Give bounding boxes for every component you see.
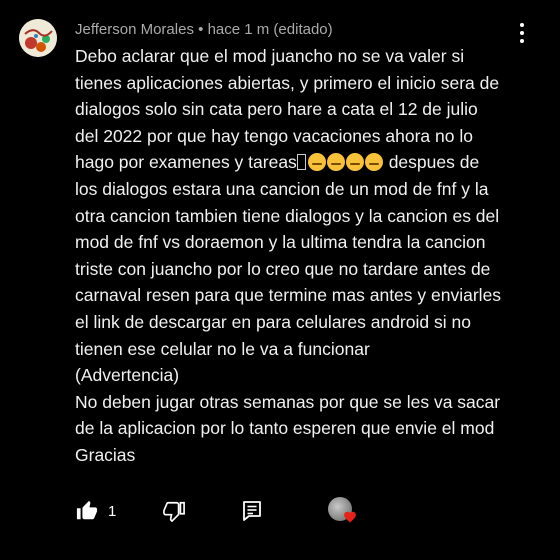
comment-line: carnaval resen para que termine mas ante…: [75, 285, 502, 306]
avatar-image: [19, 19, 57, 57]
dislike-button[interactable]: [163, 496, 185, 526]
unknown-glyph-icon: [296, 154, 306, 171]
angry-emoji-icon: [364, 153, 383, 172]
reply-comment-icon: [243, 501, 261, 521]
comment-line: Gracias: [75, 444, 136, 465]
author-name[interactable]: Jefferson Morales: [75, 21, 194, 38]
comment-line: hago por examenes y tareas despues de: [75, 149, 545, 176]
reply-button[interactable]: [242, 496, 262, 526]
thumb-down-icon: [163, 501, 185, 522]
comment-line: tienen ese celular no le va a funcionar: [75, 338, 370, 359]
unamused-emoji-icon: [345, 153, 364, 172]
comment-line: del 2022 por que hay tengo vacaciones ah…: [75, 125, 473, 146]
comment-meta: Jefferson Morales • hace 1 m (editado): [75, 20, 333, 40]
comment-line-text: hago por examenes y tareas: [75, 152, 297, 173]
comment-line: de la aplicacion por lo tanto esperen qu…: [75, 418, 495, 439]
comment-line: mod de fnf vs doraemon y la ultima tendr…: [75, 232, 486, 253]
comment-line: No deben jugar otras semanas por que se …: [75, 391, 501, 412]
comment-line: dialogos solo sin cata pero hare a cata …: [75, 99, 478, 120]
comment-line: tienes aplicaciones abiertas, y primero …: [75, 72, 500, 93]
comment-actions: 1: [0, 496, 560, 526]
comment-line: (Advertencia): [75, 365, 180, 386]
comment-line-text: despues de: [388, 152, 480, 173]
disappointed-emoji-icon: [326, 153, 345, 172]
thinking-emoji-icon: [307, 153, 326, 172]
comment-line: Debo aclarar que el mod juancho no se va…: [75, 46, 465, 66]
author-avatar[interactable]: [19, 19, 57, 57]
comment-line: otra cancion tambien tiene dialogos y la…: [75, 205, 500, 226]
creator-heart-icon: [344, 511, 356, 523]
thumb-up-icon: [76, 500, 98, 520]
comment-line: el link de descargar en para celulares a…: [75, 311, 471, 332]
meta-separator: •: [198, 21, 204, 38]
comment-line: los dialogos estara una cancion de un mo…: [75, 178, 489, 199]
comment-body: Debo aclarar que el mod juancho no se va…: [75, 43, 545, 469]
like-button[interactable]: 1: [76, 496, 116, 526]
comment-time: hace 1 m (editado): [207, 21, 333, 38]
comment-line: triste con juancho por lo creo que no ta…: [75, 258, 491, 279]
like-count: 1: [108, 502, 117, 520]
